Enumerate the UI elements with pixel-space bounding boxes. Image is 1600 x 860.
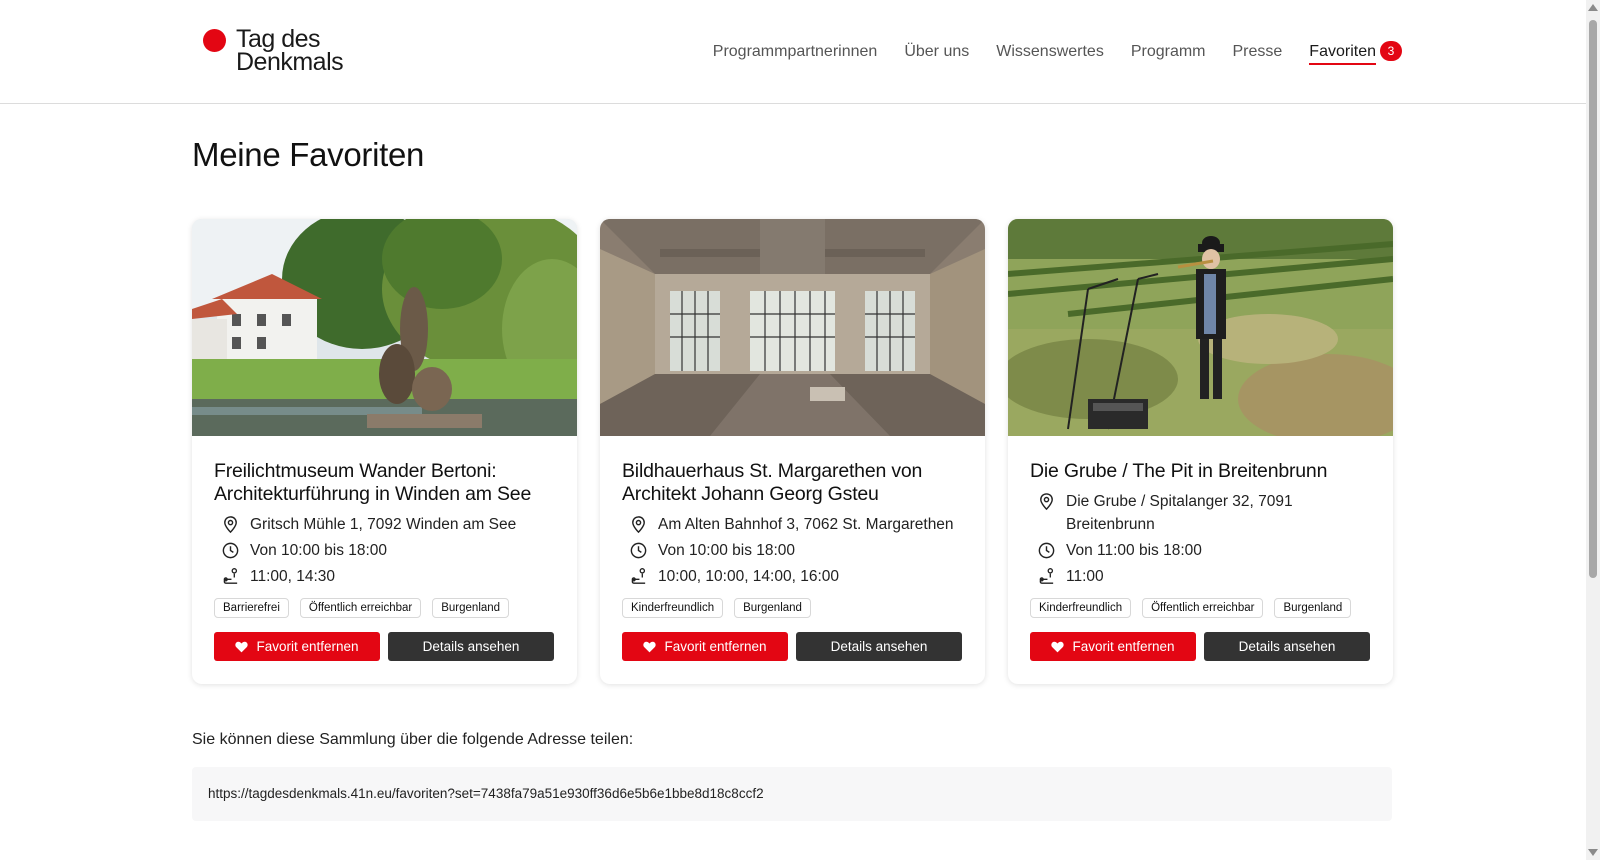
page-scrollbar[interactable] (1586, 0, 1600, 860)
nav-item-wissenswertes[interactable]: Wissenswertes (996, 41, 1104, 63)
vineyard-performer-photo (1008, 219, 1393, 436)
favorite-card: Die Grube / The Pit in Breitenbrunn Die … (1008, 219, 1393, 684)
favorite-card: Freilichtmuseum Wander Bertoni: Architek… (192, 219, 577, 684)
clock-icon (1038, 542, 1055, 559)
card-tours-row: 10:00, 10:00, 14:00, 16:00 (622, 565, 963, 588)
details-button[interactable]: Details ansehen (1204, 632, 1370, 661)
favorite-card: Bildhauerhaus St. Margarethen von Archit… (600, 219, 985, 684)
card-hours: Von 11:00 bis 18:00 (1066, 542, 1202, 559)
logo-text: Tag des Denkmals (236, 27, 344, 76)
scroll-down-arrow-icon[interactable] (1588, 849, 1598, 856)
card-image-sculptor-house[interactable] (600, 219, 985, 436)
site-logo[interactable]: Tag des Denkmals (203, 27, 344, 76)
details-button[interactable]: Details ansehen (796, 632, 962, 661)
card-actions: Favorit entfernen Details ansehen (1030, 632, 1370, 661)
card-actions: Favorit entfernen Details ansehen (622, 632, 962, 661)
share-label: Sie können diese Sammlung über die folge… (192, 731, 634, 748)
tag[interactable]: Barrierefrei (214, 598, 289, 618)
card-tour-times: 11:00 (1066, 568, 1104, 585)
nav-item-ueber-uns[interactable]: Über uns (904, 41, 969, 63)
logo-line-2: Denkmals (236, 48, 344, 76)
nav-item-programmpartnerinnen[interactable]: Programmpartnerinnen (713, 41, 878, 63)
card-title[interactable]: Bildhauerhaus St. Margarethen von Archit… (622, 460, 963, 506)
location-pin-icon (224, 516, 237, 534)
card-tour-times: 11:00, 14:30 (250, 568, 336, 585)
card-meta: Die Grube / Spitalanger 32, 7091 Breitenb… (1030, 490, 1371, 588)
location-pin-icon (632, 516, 645, 534)
remove-favorite-button[interactable]: Favorit entfernen (1030, 632, 1196, 661)
card-address-line-2: Breitenbrunn (1066, 516, 1155, 533)
heart-icon (643, 641, 657, 652)
card-hours-row: Von 10:00 bis 18:00 (214, 539, 555, 562)
card-meta: Gritsch Mühle 1, 7092 Winden am See Von … (214, 513, 555, 588)
card-hours-row: Von 10:00 bis 18:00 (622, 539, 963, 562)
card-tours-row: 11:00 (1030, 565, 1371, 588)
tag[interactable]: Öffentlich erreichbar (1142, 598, 1264, 618)
logo-dot-icon (203, 29, 226, 52)
site-header: Tag des Denkmals Programmpartnerinnen Üb… (0, 0, 1586, 104)
card-meta: Am Alten Bahnhof 3, 7062 St. Margarethen… (622, 513, 963, 588)
tag[interactable]: Burgenland (432, 598, 510, 618)
tag[interactable]: Öffentlich erreichbar (299, 598, 422, 618)
card-image-vineyard-performer[interactable] (1008, 219, 1393, 436)
location-pin-icon (1040, 493, 1053, 511)
favorites-count-badge: 3 (1380, 41, 1402, 61)
card-address-line-1: Die Grube / Spitalanger 32, 7091 (1066, 493, 1293, 510)
card-actions: Favorit entfernen Details ansehen (214, 632, 554, 661)
card-address: Am Alten Bahnhof 3, 7062 St. Margarethen (658, 516, 954, 533)
nav-item-favoriten[interactable]: Favoriten 3 (1309, 41, 1402, 65)
scrollbar-thumb[interactable] (1589, 20, 1597, 578)
card-address-row: Gritsch Mühle 1, 7092 Winden am See (214, 513, 555, 536)
nav-favoriten-label: Favoriten (1309, 43, 1376, 65)
card-address: Gritsch Mühle 1, 7092 Winden am See (250, 516, 517, 533)
card-title[interactable]: Die Grube / The Pit in Breitenbrunn (1030, 460, 1371, 483)
tag[interactable]: Burgenland (734, 598, 811, 618)
card-hours: Von 10:00 bis 18:00 (250, 542, 388, 559)
sculpture-garden-photo (192, 219, 577, 436)
remove-favorite-button[interactable]: Favorit entfernen (622, 632, 788, 661)
card-body: Freilichtmuseum Wander Bertoni: Architek… (192, 436, 577, 618)
clock-icon (630, 542, 647, 559)
guided-tour-icon (223, 568, 238, 584)
card-tour-times: 10:00, 10:00, 14:00, 16:00 (658, 568, 839, 585)
heart-icon (235, 641, 249, 652)
card-body: Bildhauerhaus St. Margarethen von Archit… (600, 436, 985, 618)
clock-icon (222, 542, 239, 559)
card-title[interactable]: Freilichtmuseum Wander Bertoni: Architek… (214, 460, 555, 506)
card-image-sculpture-garden[interactable] (192, 219, 577, 436)
favorites-card-list: Freilichtmuseum Wander Bertoni: Architek… (192, 219, 1393, 684)
remove-favorite-label: Favorit entfernen (1072, 639, 1175, 654)
guided-tour-icon (631, 568, 646, 584)
heart-icon (1051, 641, 1065, 652)
tag[interactable]: Kinderfreundlich (622, 598, 724, 618)
remove-favorite-label: Favorit entfernen (664, 639, 767, 654)
tag[interactable]: Burgenland (1274, 598, 1352, 618)
card-address-row: Am Alten Bahnhof 3, 7062 St. Margarethen (622, 513, 963, 536)
remove-favorite-button[interactable]: Favorit entfernen (214, 632, 380, 661)
card-tags: Kinderfreundlich Öffentlich erreichbar B… (1030, 598, 1371, 618)
scroll-up-arrow-icon[interactable] (1588, 4, 1598, 11)
details-button[interactable]: Details ansehen (388, 632, 554, 661)
page-title: Meine Favoriten (192, 136, 425, 173)
card-hours-row: Von 11:00 bis 18:00 (1030, 539, 1371, 562)
main-nav: Programmpartnerinnen Über uns Wissenswer… (686, 41, 1402, 65)
tag[interactable]: Kinderfreundlich (1030, 598, 1132, 618)
guided-tour-icon (1039, 568, 1054, 584)
sculptor-house-photo (600, 219, 985, 436)
remove-favorite-label: Favorit entfernen (256, 639, 359, 654)
card-tags: Barrierefrei Öffentlich erreichbar Burge… (214, 598, 555, 618)
card-hours: Von 10:00 bis 18:00 (658, 542, 796, 559)
card-tags: Kinderfreundlich Burgenland (622, 598, 963, 618)
nav-item-programm[interactable]: Programm (1131, 41, 1206, 63)
card-tours-row: 11:00, 14:30 (214, 565, 555, 588)
card-address-row: Die Grube / Spitalanger 32, 7091 Breitenb… (1030, 490, 1371, 536)
share-url-field[interactable]: https://tagdesdenkmals.41n.eu/favoriten?… (192, 767, 1392, 821)
nav-item-presse[interactable]: Presse (1233, 41, 1283, 63)
card-address: Die Grube / Spitalanger 32, 7091 Breitenb… (1066, 490, 1293, 536)
card-body: Die Grube / The Pit in Breitenbrunn Die … (1008, 436, 1393, 618)
